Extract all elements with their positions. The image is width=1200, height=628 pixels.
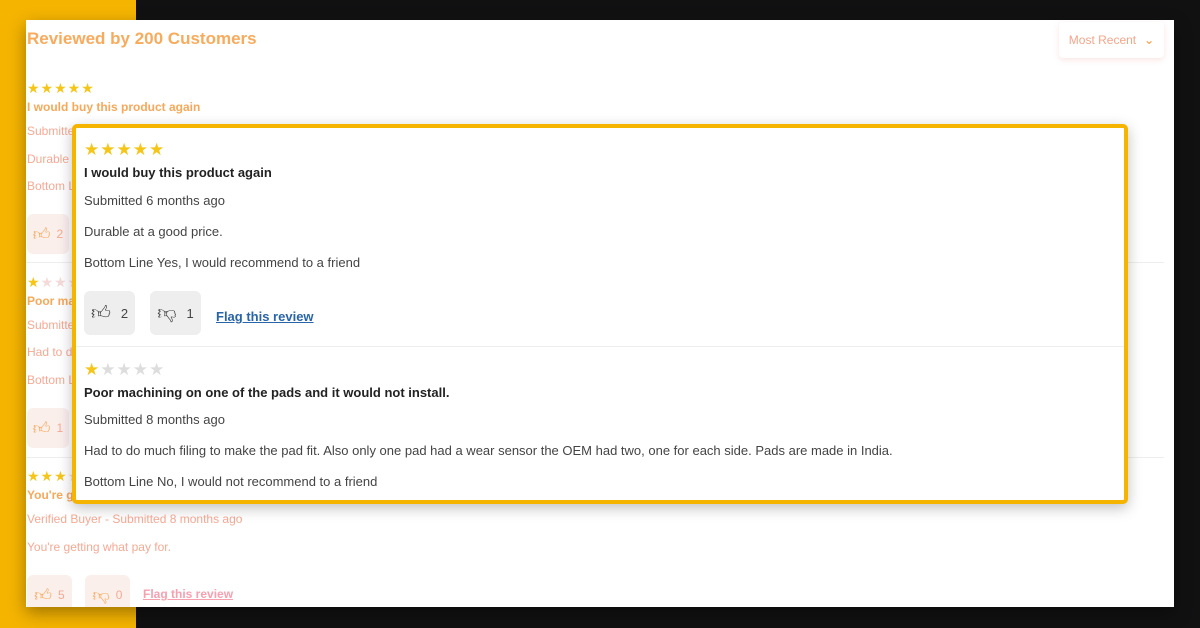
review-title: I would buy this product again [84,165,272,180]
divider [76,346,1124,347]
thumbs-up-icon: 👍︎ [32,418,51,438]
helpful-button[interactable]: 👍︎ 2 [27,214,69,254]
unhelpful-button[interactable]: 👎︎ 0 [85,575,130,607]
highlighted-reviews-callout: ★★★★★ I would buy this product again Sub… [72,124,1128,504]
thumbs-up-icon: 👍︎ [90,302,111,324]
unhelpful-button[interactable]: 👎︎ 1 [150,291,201,335]
sort-dropdown[interactable]: Most Recent ⌄ [1059,22,1164,58]
review-body: Durable at a good price. [84,224,223,239]
reviews-heading: Reviewed by 200 Customers [27,29,257,48]
sort-label: Most Recent [1068,33,1137,47]
thumbs-up-icon: 👍︎ [32,224,51,244]
star-rating: ★★★★★ [84,360,166,379]
thumbs-down-icon: 👎︎ [92,585,110,605]
star-rating: ★★★★★ [27,80,95,96]
review-bottom-line: Bottom Line No, I would not recommend to… [84,474,378,489]
review-title: I would buy this product again [27,100,201,114]
review-title: You're g [27,488,74,502]
review-submitted: Submitted 6 months ago [84,193,225,208]
chevron-down-icon: ⌄ [1144,33,1155,47]
review-body: You're getting what pay for. [27,540,171,554]
helpful-button[interactable]: 👍︎ 1 [27,408,69,448]
review-body: Had to do much filing to make the pad fi… [84,443,893,458]
helpful-button[interactable]: 👍︎ 5 [27,575,72,607]
helpful-button[interactable]: 👍︎ 2 [84,291,135,335]
star-rating: ★★★★★ [84,140,166,159]
flag-review-link[interactable]: Flag this review [143,587,233,601]
thumbs-up-icon: 👍︎ [34,585,53,605]
review-title: Poor machining on one of the pads and it… [84,385,450,400]
thumbs-down-icon: 👎︎ [157,302,177,324]
review-submitted: Submitted 8 months ago [84,412,225,427]
review-submitted: Verified Buyer - Submitted 8 months ago [27,512,243,526]
flag-review-link[interactable]: Flag this review [216,309,314,324]
review-bottom-line: Bottom Line Yes, I would recommend to a … [84,255,361,270]
